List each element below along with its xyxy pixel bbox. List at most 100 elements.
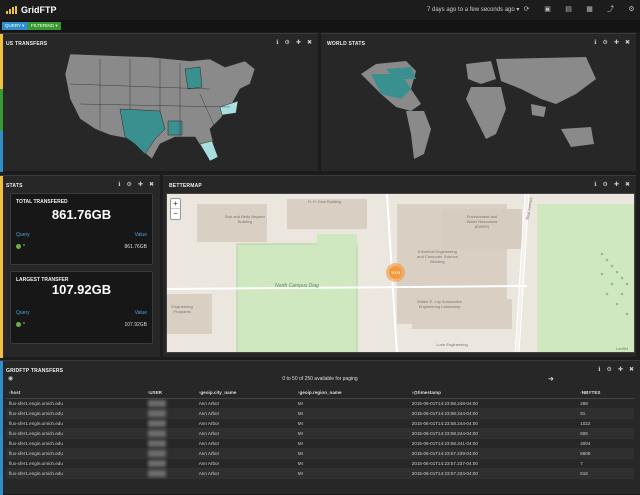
table-row[interactable]: flux-xfer1.engin.umich.edu Ann Arbor MI 201… [6, 418, 634, 429]
map-label-env: Environment and Water Resources (EWRE) [466, 214, 498, 229]
close-icon[interactable]: ✖ [307, 39, 312, 46]
table-cell: MI [294, 418, 409, 429]
settings-icon[interactable]: ⚙ [607, 366, 612, 373]
time-range-label: 7 days ago to a few seconds ago [427, 7, 515, 13]
close-icon[interactable]: ✖ [625, 39, 630, 46]
table-cell: MI [294, 428, 409, 439]
refresh-icon[interactable]: ⟳ [522, 5, 531, 14]
panel-title: WORLD STATS [327, 41, 366, 47]
table-cell [144, 448, 196, 459]
new-dashboard-icon[interactable]: ▣ [543, 5, 552, 14]
us-transfers-panel: US TRANSFERS ℹ ⚙ ✚ ✖ [0, 33, 318, 172]
app-title: GridFTP [21, 5, 57, 15]
stat-row: * 861.76GB [16, 242, 147, 252]
map-attribution[interactable]: Leaflet [612, 346, 632, 351]
settings-icon[interactable]: ⚙ [127, 181, 132, 188]
expand-icon[interactable]: ✚ [296, 39, 301, 46]
table-row[interactable]: flux-xfer1.engin.umich.edu Ann Arbor MI 201… [6, 408, 634, 419]
column-header-region[interactable]: ‹geoip.region_name [294, 389, 409, 399]
top-navbar: GridFTP 7 days ago to a few seconds ago … [0, 0, 640, 20]
close-icon[interactable]: ✖ [629, 366, 634, 373]
table-cell: 2015-06-01T14:23:58.244-04:00 [408, 428, 578, 439]
expand-icon[interactable]: ✚ [614, 181, 619, 188]
query-color-dot [16, 244, 21, 250]
world-map[interactable] [356, 49, 616, 169]
column-label: geoip.region_name [299, 390, 342, 396]
table-cell: Ann Arbor [195, 458, 295, 469]
table-cell: 616 [577, 468, 634, 479]
table-row[interactable]: flux-xfer1.engin.umich.edu Ann Arbor MI 201… [6, 468, 634, 479]
table-cell: 288 [577, 398, 634, 409]
table-cell: 2015-06-01T14:23:57.234-04:00 [408, 468, 578, 479]
column-header-host[interactable]: ‹host [6, 389, 145, 399]
table-cell [144, 468, 196, 479]
info-icon[interactable]: ℹ [598, 366, 600, 373]
table-cell: MI [294, 408, 409, 419]
table-cell: 606 [577, 428, 634, 439]
table-cell: Ann Arbor [195, 418, 295, 429]
close-icon[interactable]: ✖ [149, 181, 154, 188]
filtering-pill[interactable]: FILTERING ▾ [28, 22, 61, 30]
column-header-nbytes[interactable]: ‹NBYTES [577, 389, 634, 399]
table-row[interactable]: flux-xfer1.engin.umich.edu Ann Arbor MI 201… [6, 448, 634, 459]
table-cell [144, 438, 196, 449]
zoom-out-button[interactable]: − [171, 209, 180, 219]
table-cell: 2015-06-01T14:23:58.241-04:00 [408, 438, 578, 449]
close-icon[interactable]: ✖ [625, 181, 630, 188]
query-pill[interactable]: QUERY ▾ [2, 22, 28, 30]
stat-value: 107.92GB [51, 282, 112, 297]
save-icon[interactable]: ▦ [585, 5, 594, 14]
table-cell: Ann Arbor [195, 408, 295, 419]
table-row[interactable]: flux-xfer1.engin.umich.edu Ann Arbor MI 201… [6, 438, 634, 449]
map-label-engineer: Engineering Programs [171, 304, 193, 314]
expand-icon[interactable]: ✚ [618, 366, 623, 373]
logo-bars-icon [6, 6, 17, 14]
query-header: Query [16, 310, 30, 316]
open-folder-icon[interactable]: ▤ [564, 5, 573, 14]
caret-down-icon: ▾ [516, 7, 520, 13]
panel-title: BETTERMAP [169, 183, 202, 189]
zoom-in-button[interactable]: + [171, 199, 180, 209]
settings-icon[interactable]: ⚙ [603, 39, 608, 46]
settings-icon[interactable]: ⚙ [603, 181, 608, 188]
expand-icon[interactable]: ✚ [138, 181, 143, 188]
row-value: 861.76GB [124, 244, 147, 250]
share-icon[interactable]: ⤴ [606, 5, 615, 14]
info-icon[interactable]: ℹ [594, 181, 596, 188]
table-cell: flux-xfer1.engin.umich.edu [6, 428, 145, 439]
table-cell: MI [294, 398, 409, 409]
us-map[interactable] [60, 49, 270, 169]
filter-bar: QUERY ▾ FILTERING ▾ [0, 20, 640, 32]
table-cell: flux-xfer1.engin.umich.edu [6, 408, 145, 419]
column-header-city[interactable]: ‹geoip.city_name [195, 389, 295, 399]
map-cluster-marker[interactable]: 1003 [386, 263, 405, 282]
expand-icon[interactable]: ✚ [614, 39, 619, 46]
table-row[interactable]: flux-xfer1.engin.umich.edu Ann Arbor MI 201… [6, 458, 634, 469]
table-cell: flux-xfer1.engin.umich.edu [6, 448, 145, 459]
app-logo[interactable]: GridFTP [6, 5, 57, 15]
column-header-timestamp[interactable]: ‹@timestamp [408, 389, 578, 399]
table-cell: MI [294, 458, 409, 469]
table-row[interactable]: flux-xfer1.engin.umich.edu Ann Arbor MI 201… [6, 428, 634, 439]
time-range-picker[interactable]: 7 days ago to a few seconds ago ▾ [427, 6, 519, 13]
info-icon[interactable]: ℹ [276, 39, 278, 46]
table-row[interactable]: flux-xfer1.engin.umich.edu Ann Arbor MI 201… [6, 398, 634, 409]
table-cell: MI [294, 438, 409, 449]
table-cell: 91 [577, 408, 634, 419]
table-cell: flux-xfer1.engin.umich.edu [6, 468, 145, 479]
settings-icon[interactable]: ⚙ [627, 5, 636, 14]
table-cell: 2015-06-01T14:23:58.244-04:00 [408, 418, 578, 429]
settings-icon[interactable]: ⚙ [285, 39, 290, 46]
info-icon[interactable]: ℹ [594, 39, 596, 46]
column-header-user[interactable]: ‹USER [144, 389, 196, 399]
row-value: 107.92GB [124, 322, 147, 328]
info-icon[interactable]: ℹ [118, 181, 120, 188]
table-cell: Ann Arbor [195, 448, 295, 459]
table-cell: 2015-06-01T14:23:58.244-04:00 [408, 408, 578, 419]
table-cell: 2015-06-01T14:23:57.237-04:00 [408, 458, 578, 469]
panel-title: STATS [6, 183, 23, 189]
redacted-user [147, 429, 166, 437]
total-transfered-box: TOTAL TRANSFERED 861.76GB Query Value * … [10, 193, 153, 265]
table-cell: MI [294, 448, 409, 459]
table-cell: 2015-06-01T14:23:57.239-04:00 [408, 448, 578, 459]
